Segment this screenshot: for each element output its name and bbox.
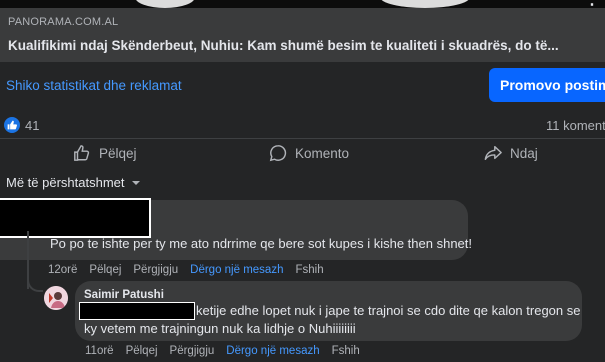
comment-count[interactable]: 11 komente: [546, 118, 605, 133]
like-button[interactable]: Pëlqej: [73, 144, 137, 162]
like-button-label: Pëlqej: [99, 145, 137, 161]
redacted-author-name: [0, 198, 151, 238]
share-button-label: Ndaj: [510, 145, 538, 161]
sort-label: Më të përshtatshmet: [6, 175, 125, 190]
comment-time[interactable]: 12orë: [48, 264, 77, 276]
like-reaction-icon[interactable]: [4, 117, 20, 133]
comment-button[interactable]: Komento: [269, 144, 349, 162]
comment-author[interactable]: Saimir Patushi: [84, 289, 164, 301]
comment-text-line: ketije edhe lopet nuk i jape te trajnoi …: [196, 303, 581, 318]
comment-meta: 12orë Pëlqej Përgjigju Dërgo një mesazh …: [48, 264, 324, 276]
comment-reply-link[interactable]: Përgjigju: [133, 264, 178, 276]
comment-message-link[interactable]: Dërgo një mesazh: [226, 345, 319, 357]
reaction-count[interactable]: 41: [25, 118, 39, 133]
comment-sort-dropdown[interactable]: Më të përshtatshmet: [6, 175, 141, 190]
comment-like-link[interactable]: Pëlqej: [126, 345, 158, 357]
avatar[interactable]: [44, 286, 68, 310]
link-headline[interactable]: Kualifikimi ndaj Skënderbeut, Nuhiu: Kam…: [8, 38, 559, 53]
comment-hide-link[interactable]: Fshih: [295, 264, 323, 276]
comment-time[interactable]: 11orë: [85, 345, 114, 357]
view-insights-link[interactable]: Shiko statistikat dhe reklamat: [6, 78, 182, 93]
share-arrow-icon: [484, 144, 502, 162]
divider: [0, 138, 605, 139]
comment-reply-link[interactable]: Përgjigju: [170, 345, 215, 357]
comment-meta: 11orë Pëlqej Përgjigju Dërgo një mesazh …: [85, 345, 360, 357]
link-preview-image[interactable]: [0, 0, 605, 8]
image-fragment: [135, 0, 195, 8]
comment-like-link[interactable]: Pëlqej: [89, 264, 121, 276]
promote-post-button[interactable]: Promovo postimin: [489, 68, 605, 102]
thread-connector: [27, 270, 43, 292]
redacted-mention: [79, 302, 195, 320]
share-button[interactable]: Ndaj: [484, 144, 538, 162]
image-fragment: [380, 0, 470, 8]
comment-text: Po po te ishte per ty me ato ndrrime qe …: [50, 236, 473, 251]
chevron-down-icon: [131, 175, 141, 190]
comment-button-label: Komento: [295, 145, 350, 161]
comment-hide-link[interactable]: Fshih: [332, 345, 360, 357]
comment-bubble-icon: [269, 144, 287, 162]
comment-text-line: ky vetem me trajningun nuk ka lidhje o N…: [84, 321, 356, 336]
link-domain: PANORAMA.COM.AL: [8, 16, 119, 28]
comment-message-link[interactable]: Dërgo një mesazh: [190, 264, 283, 276]
thumbs-up-icon: [73, 144, 91, 162]
